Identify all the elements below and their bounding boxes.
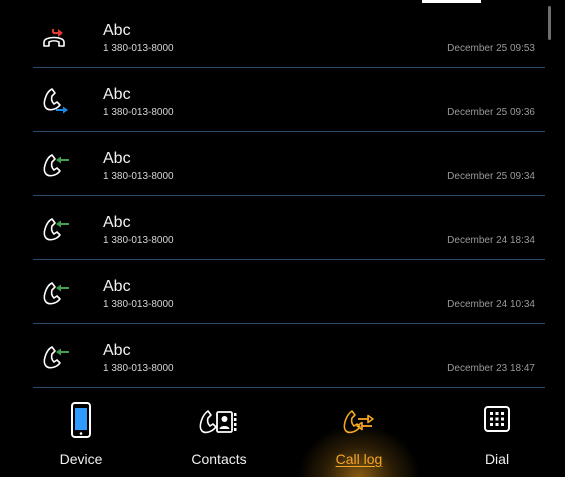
call-log-row[interactable]: Abc 1 380-013-8000 December 25 09:34 bbox=[0, 132, 565, 196]
contact-name: Abc bbox=[103, 214, 131, 231]
contact-number: 1 380-013-8000 bbox=[103, 171, 174, 182]
call-timestamp: December 24 18:34 bbox=[447, 235, 535, 246]
call-log-row[interactable]: Abc 1 380-013-8000 December 24 18:34 bbox=[0, 196, 565, 260]
call-timestamp: December 23 18:47 bbox=[447, 363, 535, 374]
dialpad-icon bbox=[474, 401, 520, 441]
outgoing-call-icon bbox=[38, 84, 72, 116]
nav-call-log[interactable]: Call log bbox=[294, 389, 424, 477]
call-log-row[interactable]: Abc 1 380-013-8000 December 24 10:34 bbox=[0, 260, 565, 324]
nav-contacts[interactable]: Contacts bbox=[154, 389, 284, 477]
nav-label: Device bbox=[59, 451, 103, 467]
row-divider bbox=[33, 387, 545, 388]
contact-name: Abc bbox=[103, 278, 131, 295]
call-log-row[interactable]: Abc 1 380-013-8000 December 23 18:47 bbox=[0, 324, 565, 388]
call-timestamp: December 25 09:36 bbox=[447, 107, 535, 118]
phone-device-icon bbox=[58, 401, 104, 441]
contact-number: 1 380-013-8000 bbox=[103, 299, 174, 310]
call-timestamp: December 25 09:53 bbox=[447, 43, 535, 54]
nav-label: Dial bbox=[484, 451, 510, 467]
contact-number: 1 380-013-8000 bbox=[103, 43, 174, 54]
contacts-icon bbox=[196, 401, 242, 441]
contact-name: Abc bbox=[103, 150, 131, 167]
status-indicator bbox=[422, 0, 481, 3]
call-log-row[interactable]: Abc 1 380-013-8000 December 25 09:36 bbox=[0, 68, 565, 132]
missed-call-icon bbox=[38, 20, 72, 52]
contact-number: 1 380-013-8000 bbox=[103, 235, 174, 246]
call-timestamp: December 24 10:34 bbox=[447, 299, 535, 310]
call-log-icon bbox=[336, 401, 382, 441]
contact-name: Abc bbox=[103, 86, 131, 103]
nav-dial[interactable]: Dial bbox=[432, 389, 562, 477]
call-log-screen: Abc 1 380-013-8000 December 25 09:53 Abc… bbox=[0, 0, 565, 477]
incoming-call-icon bbox=[38, 276, 72, 308]
contact-number: 1 380-013-8000 bbox=[103, 363, 174, 374]
bottom-nav: Device Contacts Call log Dial bbox=[0, 389, 565, 477]
nav-label: Contacts bbox=[191, 451, 247, 467]
nav-label: Call log bbox=[335, 451, 383, 467]
call-log-row[interactable]: Abc 1 380-013-8000 December 25 09:53 bbox=[0, 4, 565, 68]
call-log-list: Abc 1 380-013-8000 December 25 09:53 Abc… bbox=[0, 4, 565, 388]
contact-name: Abc bbox=[103, 22, 131, 39]
incoming-call-icon bbox=[38, 340, 72, 372]
call-timestamp: December 25 09:34 bbox=[447, 171, 535, 182]
contact-number: 1 380-013-8000 bbox=[103, 107, 174, 118]
incoming-call-icon bbox=[38, 148, 72, 180]
contact-name: Abc bbox=[103, 342, 131, 359]
incoming-call-icon bbox=[38, 212, 72, 244]
nav-device[interactable]: Device bbox=[16, 389, 146, 477]
